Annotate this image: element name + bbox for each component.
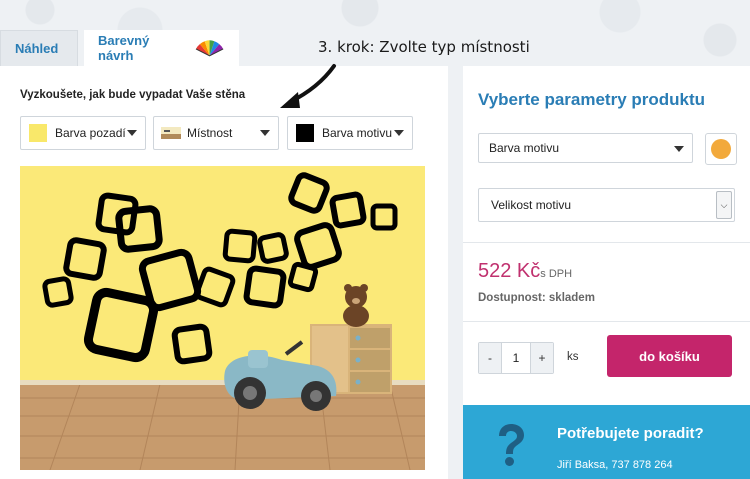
- motif-color-dropdown[interactable]: Barva motivu: [478, 133, 693, 163]
- chevron-down-icon: [260, 130, 270, 136]
- motif-color-dropdown-label: Barva motivu: [489, 141, 560, 155]
- room-label: Místnost: [187, 126, 233, 140]
- tab-color-design-label: Barevný návrh: [98, 33, 150, 63]
- product-parameters-title: Vyberte parametry produktu: [478, 90, 706, 109]
- divider: [463, 242, 750, 243]
- motif-color-swatch: [296, 124, 314, 142]
- background-color-swatch: [29, 124, 47, 142]
- help-box[interactable]: Potřebujete poradit? Jiří Baksa, 737 878…: [463, 405, 750, 479]
- chevron-down-icon: [674, 146, 684, 152]
- price: 522 Kčs DPH: [478, 260, 572, 283]
- chevron-down-icon: ⌵: [716, 191, 732, 219]
- pointer-arrow-icon: [280, 64, 336, 108]
- rainbow-fan-icon: [195, 40, 224, 57]
- size-dropdown-label: Velikost motivu: [491, 198, 572, 212]
- editor-panel: Vyzkoušete, jak bude vypadat Vaše stěna …: [0, 64, 448, 479]
- color-picker-button[interactable]: [705, 133, 737, 165]
- selected-color-dot: [711, 139, 731, 159]
- chevron-down-icon: [127, 130, 137, 136]
- add-to-cart-button[interactable]: do košíku: [607, 335, 732, 377]
- tab-color-design[interactable]: Barevný návrh: [84, 30, 239, 66]
- motif-color-select[interactable]: Barva motivu: [287, 116, 413, 150]
- background-color-label: Barva pozadí: [55, 126, 126, 140]
- editor-instruction: Vyzkoušete, jak bude vypadat Vaše stěna: [20, 89, 246, 101]
- quantity-unit: ks: [567, 351, 579, 363]
- motif-color-label: Barva motivu: [322, 126, 393, 140]
- tab-preview[interactable]: Náhled: [0, 30, 78, 66]
- availability-status: Dostupnost: skladem: [478, 292, 595, 304]
- chevron-down-icon: [394, 130, 404, 136]
- quantity-decrease-button[interactable]: -: [479, 343, 501, 373]
- quantity-stepper: - 1 +: [478, 342, 554, 374]
- wall-preview-image: [20, 166, 425, 470]
- quantity-increase-button[interactable]: +: [531, 343, 553, 373]
- background-color-select[interactable]: Barva pozadí: [20, 116, 146, 150]
- quantity-input[interactable]: 1: [501, 343, 531, 373]
- price-vat-suffix: s DPH: [540, 268, 573, 280]
- room-thumbnail-icon: [161, 127, 181, 139]
- divider: [463, 321, 750, 322]
- product-panel: Vyberte parametry produktu Barva motivu …: [463, 66, 750, 479]
- help-title: Potřebujete poradit?: [557, 425, 704, 442]
- step-caption: 3. krok: Zvolte typ místnosti: [318, 38, 530, 56]
- size-dropdown[interactable]: Velikost motivu ⌵: [478, 188, 735, 222]
- room-select[interactable]: Místnost: [153, 116, 279, 150]
- question-mark-icon: [499, 424, 524, 466]
- tab-preview-label: Náhled: [15, 41, 59, 56]
- help-contact: Jiří Baksa, 737 878 264: [557, 459, 673, 471]
- price-value: 522 Kč: [478, 260, 541, 282]
